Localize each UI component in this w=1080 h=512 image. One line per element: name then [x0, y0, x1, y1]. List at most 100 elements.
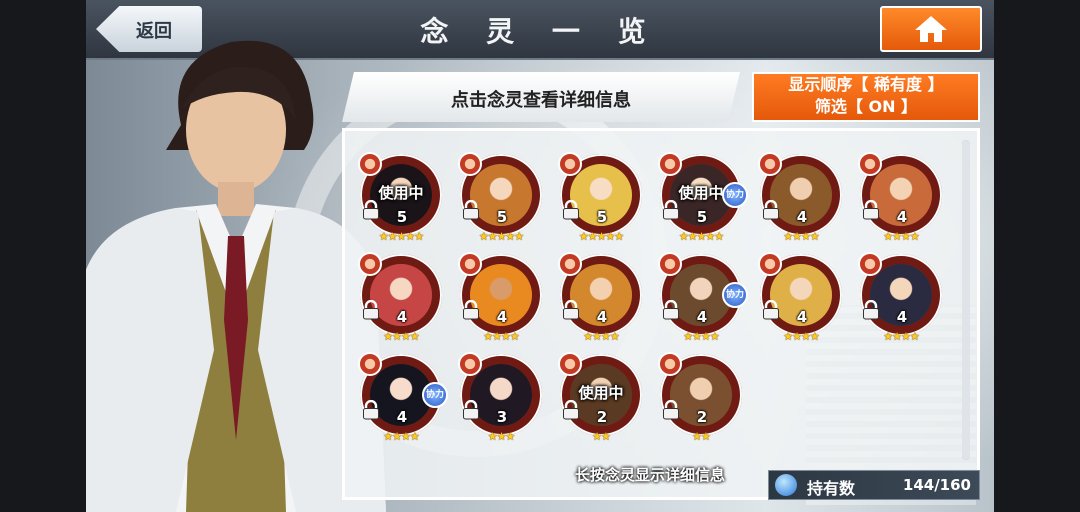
unit-card[interactable]: 4 ★★★★ [758, 152, 844, 244]
unit-level: 4 [396, 408, 408, 426]
flame-attribute-icon [758, 252, 782, 276]
lock-icon[interactable] [462, 200, 480, 220]
unit-level: 4 [796, 308, 808, 326]
in-use-label: 使用中 [578, 384, 624, 402]
lock-icon[interactable] [662, 400, 680, 420]
unit-level: 5 [496, 208, 508, 226]
lock-icon[interactable] [462, 400, 480, 420]
rarity-stars: ★★★★★ [678, 230, 724, 243]
flame-attribute-icon [858, 252, 882, 276]
holding-label: 持有数 [807, 479, 856, 498]
in-use-label: 使用中 [378, 184, 424, 202]
unit-level: 4 [896, 308, 908, 326]
rarity-stars: ★★★★ [483, 330, 519, 343]
unit-card[interactable]: 5 ★★★★★ 使用中 [358, 152, 444, 244]
unit-card[interactable]: 5 ★★★★★ [458, 152, 544, 244]
rarity-stars: ★★ [692, 430, 711, 443]
unit-level: 4 [896, 208, 908, 226]
lock-icon[interactable] [662, 200, 680, 220]
flame-attribute-icon [358, 152, 382, 176]
unit-level: 4 [796, 208, 808, 226]
unit-card[interactable]: 4 ★★★★ 协力 [658, 252, 748, 344]
flame-attribute-icon [558, 352, 582, 376]
holding-count-bar: 持有数 144/160 [768, 470, 980, 500]
flame-attribute-icon [658, 352, 682, 376]
unit-card[interactable]: 4 ★★★★ [558, 252, 644, 344]
assist-badge: 协力 [722, 182, 748, 208]
lock-icon[interactable] [562, 300, 580, 320]
unit-card[interactable]: 5 ★★★★★ 使用中 协力 [658, 152, 748, 244]
rarity-stars: ★★★ [487, 430, 516, 443]
lock-icon[interactable] [362, 400, 380, 420]
lock-icon[interactable] [762, 200, 780, 220]
unit-card[interactable]: 4 ★★★★ [858, 152, 944, 244]
tap-hint-text: 点击念灵查看详细信息 [451, 90, 631, 111]
flame-attribute-icon [558, 152, 582, 176]
flame-attribute-icon [658, 152, 682, 176]
unit-card[interactable]: 3 ★★★ [458, 352, 544, 444]
lock-icon[interactable] [562, 200, 580, 220]
scientist-character-portrait [86, 40, 386, 512]
rarity-stars: ★★★★★ [378, 230, 424, 243]
home-icon [915, 16, 947, 42]
unit-card[interactable]: 4 ★★★★ 协力 [358, 352, 448, 444]
right-letterbox [994, 0, 1080, 512]
scrollbar-track[interactable] [962, 140, 970, 460]
scrollbar-thumb[interactable] [962, 140, 970, 460]
lock-icon[interactable] [662, 300, 680, 320]
rarity-stars: ★★★★ [883, 330, 919, 343]
flame-attribute-icon [358, 252, 382, 276]
left-letterbox [0, 0, 86, 512]
flame-attribute-icon [458, 152, 482, 176]
unit-card[interactable]: 2 ★★ [658, 352, 744, 444]
flame-attribute-icon [758, 152, 782, 176]
lock-icon[interactable] [362, 300, 380, 320]
flame-attribute-icon [458, 352, 482, 376]
rarity-stars: ★★★★★ [478, 230, 524, 243]
rarity-stars: ★★★★ [383, 430, 419, 443]
long-press-hint: 长按念灵显示详细信息 [574, 466, 725, 484]
tap-hint-banner: 点击念灵查看详细信息 [342, 72, 740, 122]
unit-level: 3 [496, 408, 508, 426]
flame-attribute-icon [458, 252, 482, 276]
unit-level: 5 [396, 208, 408, 226]
lock-icon[interactable] [562, 400, 580, 420]
flame-attribute-icon [558, 252, 582, 276]
lock-icon[interactable] [762, 300, 780, 320]
lock-icon[interactable] [362, 200, 380, 220]
unit-card[interactable]: 4 ★★★★ [458, 252, 544, 344]
rarity-stars: ★★★★ [783, 230, 819, 243]
crystal-orb-icon [775, 474, 797, 496]
flame-attribute-icon [358, 352, 382, 376]
unit-card[interactable]: 4 ★★★★ [358, 252, 444, 344]
unit-level: 4 [696, 308, 708, 326]
rarity-stars: ★★ [592, 430, 611, 443]
flame-attribute-icon [658, 252, 682, 276]
rarity-stars: ★★★★ [383, 330, 419, 343]
unit-level: 4 [496, 308, 508, 326]
holding-count: 144/160 [902, 476, 971, 494]
unit-level: 5 [596, 208, 608, 226]
filter-text: 筛选【 ON 】 [814, 97, 918, 116]
unit-card[interactable]: 4 ★★★★ [758, 252, 844, 344]
assist-badge: 协力 [722, 282, 748, 308]
flame-attribute-icon [858, 152, 882, 176]
rarity-stars: ★★★★ [583, 330, 619, 343]
assist-badge: 协力 [422, 382, 448, 408]
unit-level: 4 [396, 308, 408, 326]
lock-icon[interactable] [462, 300, 480, 320]
rarity-stars: ★★★★★ [578, 230, 624, 243]
unit-level: 5 [696, 208, 708, 226]
unit-card[interactable]: 4 ★★★★ [858, 252, 944, 344]
unit-card[interactable]: 5 ★★★★★ [558, 152, 644, 244]
rarity-stars: ★★★★ [783, 330, 819, 343]
unit-level: 2 [596, 408, 608, 426]
unit-card[interactable]: 2 ★★ 使用中 [558, 352, 644, 444]
sort-filter-button[interactable]: 显示顺序【 稀有度 】 筛选【 ON 】 [752, 72, 980, 122]
unit-level: 2 [696, 408, 708, 426]
lock-icon[interactable] [862, 300, 880, 320]
rarity-stars: ★★★★ [883, 230, 919, 243]
rarity-stars: ★★★★ [683, 330, 719, 343]
home-button[interactable] [880, 6, 982, 52]
lock-icon[interactable] [862, 200, 880, 220]
